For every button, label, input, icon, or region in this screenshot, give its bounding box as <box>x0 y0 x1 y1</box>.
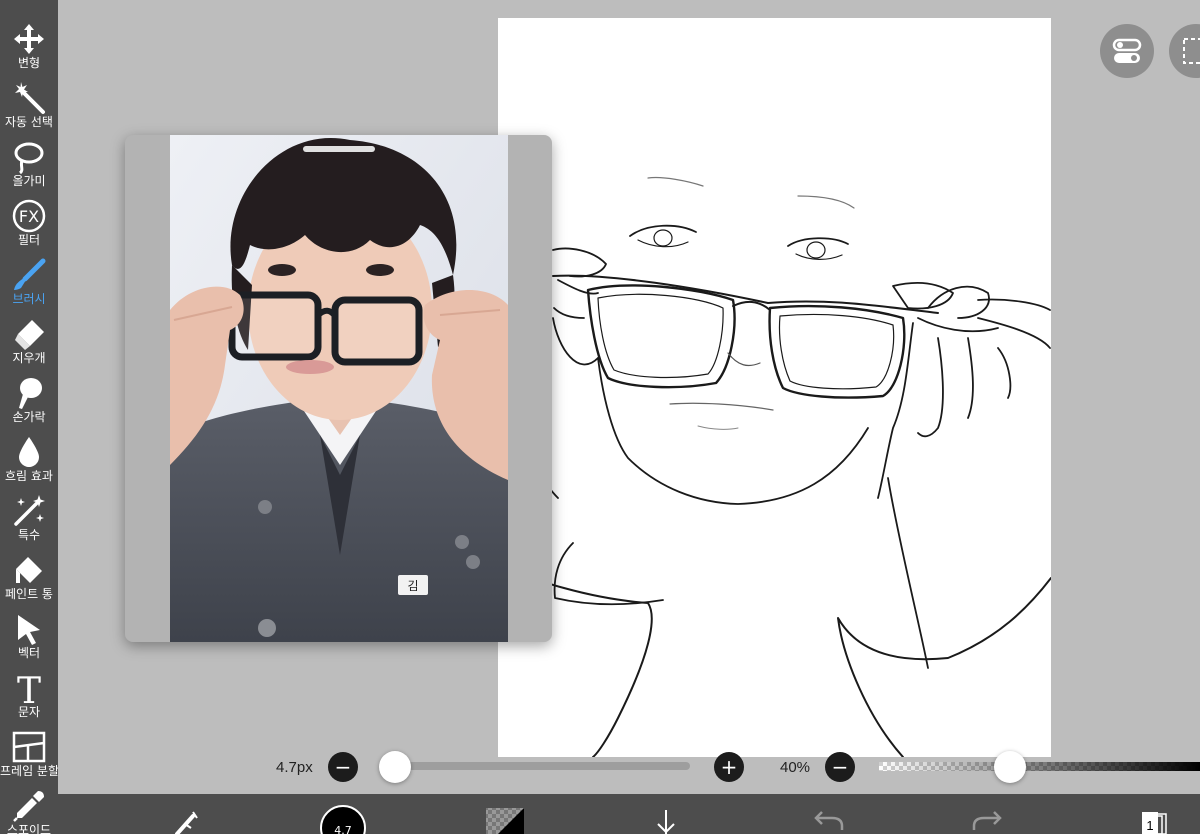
tool-label: 벡터 <box>17 646 41 660</box>
opacity-readout: 40% <box>780 759 811 776</box>
brush-size-increase-button[interactable]: + <box>714 752 744 782</box>
tool-brush[interactable]: 브러시 <box>0 256 58 315</box>
color-swatch-icon <box>486 808 524 834</box>
eraser-icon <box>15 320 44 350</box>
tool-label: 스포이드 <box>6 823 52 834</box>
brush-icon <box>14 258 46 290</box>
tool-label: 문자 <box>17 705 41 719</box>
paint-bucket-icon <box>16 557 42 583</box>
opacity-slider-track[interactable] <box>879 762 1200 771</box>
tool-special[interactable]: 특수 <box>0 492 58 551</box>
tool-finger[interactable]: 손가락 <box>0 374 58 433</box>
toggle-panel-button[interactable] <box>1100 24 1154 78</box>
blur-drop-icon <box>19 437 39 467</box>
tool-label: 변형 <box>17 56 41 70</box>
text-icon: T <box>17 671 41 705</box>
fx-text: FX <box>19 207 39 226</box>
brush-size-preview-button[interactable]: 4.7 <box>316 794 370 834</box>
dashed-selection-icon <box>1183 38 1200 64</box>
eyedropper-icon <box>13 791 44 822</box>
tool-label: 올가미 <box>12 174 46 188</box>
special-sparkle-icon <box>14 495 45 526</box>
plus-icon: + <box>720 755 738 779</box>
ibispaint-app: 변형 자동 선택 올가미 FX 필터 브러시 지우개 손가락 흐림 효과 특수 … <box>0 0 1200 834</box>
tool-frame-divider[interactable]: 프레임 분할 <box>0 728 58 787</box>
reference-portrait-image: 김 <box>170 135 508 642</box>
tool-blur[interactable]: 흐림 효과 <box>0 433 58 492</box>
tool-label: 페인트 통 <box>5 587 53 601</box>
tool-auto-select[interactable]: 자동 선택 <box>0 79 58 138</box>
name-badge-text: 김 <box>407 579 418 593</box>
tool-sidebar: 변형 자동 선택 올가미 FX 필터 브러시 지우개 손가락 흐림 효과 특수 … <box>0 0 58 834</box>
color-swatch-button[interactable] <box>482 794 526 834</box>
undo-button[interactable] <box>806 794 850 834</box>
brush-size-slider-knob[interactable] <box>379 751 411 783</box>
tool-text[interactable]: T 문자 <box>0 669 58 728</box>
opacity-decrease-button[interactable]: − <box>825 752 855 782</box>
brush-size-decrease-button[interactable]: − <box>328 752 358 782</box>
arrow-down-icon <box>657 810 675 834</box>
tool-label: 손가락 <box>12 410 46 424</box>
tool-label: 필터 <box>17 233 41 247</box>
layer-down-button[interactable] <box>646 794 686 834</box>
tool-eraser[interactable]: 지우개 <box>0 315 58 374</box>
tool-eyedropper[interactable]: 스포이드 <box>0 787 58 834</box>
brush-size-slider-track[interactable] <box>395 762 690 770</box>
move-icon <box>14 24 44 54</box>
undo-icon <box>814 811 844 830</box>
tool-label: 자동 선택 <box>5 115 53 129</box>
redo-button[interactable] <box>966 794 1010 834</box>
brush-settings-icon <box>175 811 198 834</box>
selection-button[interactable] <box>1169 24 1200 78</box>
toggle-switch-icon <box>1112 38 1142 63</box>
text-glyph: T <box>17 671 41 705</box>
layers-icon: 1 <box>1142 812 1167 834</box>
lasso-icon <box>14 142 44 174</box>
layer-count: 1 <box>1146 818 1153 833</box>
line-art-drawing <box>498 176 1051 757</box>
opacity-slider-knob[interactable] <box>994 751 1026 783</box>
tool-label: 흐림 효과 <box>5 469 53 483</box>
brush-size-preview-label: 4.7 <box>334 824 352 834</box>
tool-label: 브러시 <box>12 292 46 306</box>
tool-lasso[interactable]: 올가미 <box>0 138 58 197</box>
magic-wand-icon <box>15 82 45 114</box>
tool-paint-bucket[interactable]: 페인트 통 <box>0 551 58 610</box>
tool-transform[interactable]: 변형 <box>0 20 58 79</box>
frame-divider-icon <box>12 731 46 763</box>
brush-size-circle-icon: 4.7 <box>320 805 366 834</box>
tool-filter[interactable]: FX 필터 <box>0 197 58 256</box>
reference-window[interactable]: 김 <box>125 135 552 642</box>
brush-size-readout: 4.7px <box>276 759 313 776</box>
fx-icon: FX <box>12 199 46 233</box>
redo-icon <box>972 811 1002 830</box>
drawing-canvas[interactable] <box>498 18 1051 757</box>
vector-arrow-icon <box>18 615 40 645</box>
tool-label: 프레임 분할 <box>0 764 58 778</box>
bottom-toolbar: 4.7 1 <box>58 794 1200 834</box>
reference-photo: 김 <box>170 135 508 642</box>
tool-label: 지우개 <box>12 351 46 365</box>
reference-drag-handle[interactable] <box>303 146 375 152</box>
tool-label: 특수 <box>17 528 41 542</box>
tool-vector[interactable]: 벡터 <box>0 610 58 669</box>
minus-icon: − <box>334 755 352 779</box>
brush-settings-button[interactable] <box>158 794 208 834</box>
layers-button[interactable]: 1 <box>1128 794 1172 834</box>
finger-icon <box>19 378 42 409</box>
minus-icon: − <box>831 755 849 779</box>
